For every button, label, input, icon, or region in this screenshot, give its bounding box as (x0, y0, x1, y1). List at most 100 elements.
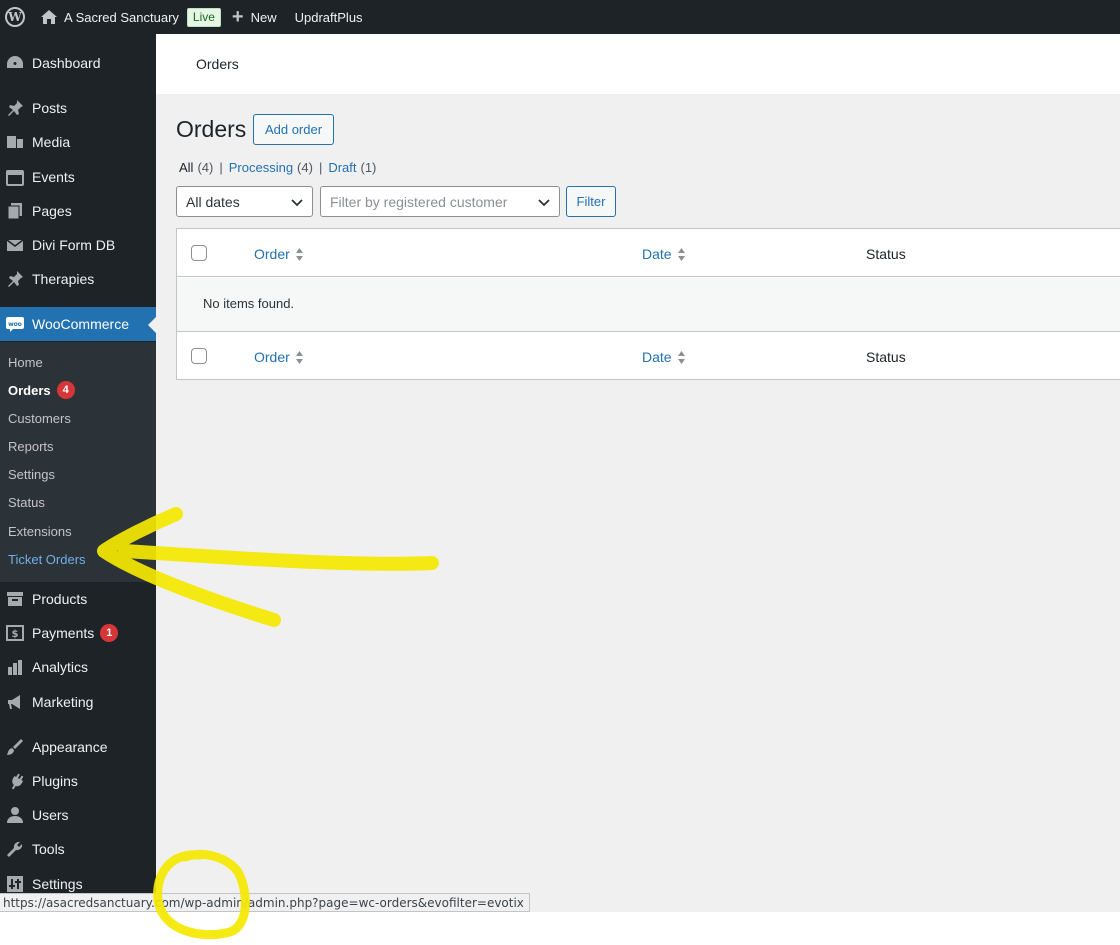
sidebar-item-appearance[interactable]: Appearance (0, 730, 156, 764)
sort-icon (295, 350, 303, 364)
svg-text:$: $ (12, 629, 19, 640)
svg-text:woo: woo (8, 321, 22, 328)
current-menu-arrow (148, 317, 156, 333)
order-status-views: All (4) | Processing (4) | Draft (1) (179, 160, 376, 175)
new-content-button[interactable]: + New (232, 0, 277, 34)
plugin-icon (5, 771, 25, 791)
view-separator: | (318, 160, 323, 175)
submenu-item-home[interactable]: Home (8, 352, 43, 372)
sidebar-item-marketing[interactable]: Marketing (0, 685, 156, 719)
sidebar-item-label: Settings (32, 876, 83, 892)
customer-filter-select[interactable]: Filter by registered customer (320, 186, 560, 217)
chevron-down-icon (538, 199, 550, 207)
customer-filter-placeholder: Filter by registered customer (330, 193, 508, 210)
sidebar-item-label: Posts (32, 100, 68, 116)
select-all-checkbox[interactable] (191, 245, 207, 261)
sidebar-item-dashboard[interactable]: Dashboard (0, 46, 156, 80)
empty-message: No items found. (203, 296, 295, 311)
wordpress-logo-icon[interactable]: W (2, 0, 28, 34)
site-name-link[interactable]: A Sacred Sanctuary Live (40, 0, 221, 34)
sidebar-item-tools[interactable]: Tools (0, 832, 156, 866)
chevron-down-icon (291, 199, 303, 207)
column-label: Order (254, 246, 290, 262)
date-filter-select[interactable]: All dates (176, 186, 313, 217)
orders-count-badge: 4 (56, 381, 75, 399)
payments-count-badge: 1 (100, 624, 119, 642)
select-all-checkbox[interactable] (191, 348, 207, 364)
updraftplus-link[interactable]: UpdraftPlus (295, 0, 363, 34)
submenu-item-settings[interactable]: Settings (8, 464, 55, 484)
view-processing-link[interactable]: Processing (229, 160, 293, 175)
submenu-item-label: Orders (8, 382, 51, 398)
sidebar-item-label: Divi Form DB (32, 237, 116, 253)
sidebar-item-posts[interactable]: Posts (0, 91, 156, 125)
status-column-header: Status (866, 246, 906, 262)
date-filter-value: All dates (186, 193, 240, 210)
admin-bar: W A Sacred Sanctuary Live + New UpdraftP… (0, 0, 1120, 34)
submenu-item-orders[interactable]: Orders 4 (8, 380, 75, 400)
sidebar-item-label: Events (32, 169, 75, 185)
status-column-footer: Status (866, 349, 906, 365)
pin-icon (5, 98, 25, 118)
dashboard-icon (5, 53, 25, 73)
table-footer-row: Order Date Status (177, 331, 1120, 379)
calendar-icon (5, 167, 25, 187)
pages-icon (5, 201, 25, 221)
sidebar-item-media[interactable]: Media (0, 125, 156, 159)
woocommerce-submenu: Home Orders 4 Customers Reports Settings… (0, 342, 156, 582)
submenu-item-customers[interactable]: Customers (8, 408, 71, 428)
site-name-label: A Sacred Sanctuary (64, 9, 179, 25)
sidebar-item-label: Products (32, 591, 88, 607)
sidebar-item-events[interactable]: Events (0, 160, 156, 194)
order-column-footer[interactable]: Order (254, 349, 304, 365)
sidebar-item-users[interactable]: Users (0, 798, 156, 832)
filter-button[interactable]: Filter (566, 186, 616, 217)
view-separator: | (219, 160, 223, 175)
sidebar-item-plugins[interactable]: Plugins (0, 764, 156, 798)
pin-icon (5, 269, 25, 289)
main-content: Orders Orders Add order All (4) | Proces… (156, 34, 1120, 912)
sidebar-item-label: Pages (32, 203, 72, 219)
sidebar-item-therapies[interactable]: Therapies (0, 262, 156, 296)
sort-icon (677, 350, 685, 364)
view-draft-link[interactable]: Draft (328, 160, 356, 175)
date-column-footer[interactable]: Date (642, 349, 686, 365)
submenu-item-ticket-orders[interactable]: Ticket Orders (8, 549, 86, 569)
sidebar-item-pages[interactable]: Pages (0, 194, 156, 228)
sidebar-item-payments[interactable]: $ Payments 1 (0, 616, 156, 650)
media-icon (5, 132, 25, 152)
sidebar-item-divi-form-db[interactable]: Divi Form DB (0, 228, 156, 262)
column-label: Date (642, 246, 672, 262)
sidebar-item-label: Marketing (32, 694, 94, 710)
add-order-button[interactable]: Add order (253, 114, 334, 145)
sidebar-item-woocommerce[interactable]: woo WooCommerce (0, 307, 156, 341)
page-header: Orders (156, 34, 1120, 94)
view-draft-count: (1) (360, 160, 377, 175)
order-column-header[interactable]: Order (254, 246, 304, 262)
sidebar-item-label: Plugins (32, 773, 78, 789)
archive-icon (5, 589, 25, 609)
live-badge: Live (186, 7, 221, 27)
submenu-item-reports[interactable]: Reports (8, 436, 54, 456)
sidebar-item-label: Media (32, 134, 71, 150)
sidebar-item-products[interactable]: Products (0, 582, 156, 616)
date-column-header[interactable]: Date (642, 246, 686, 262)
wrench-icon (5, 839, 25, 859)
view-processing-count: (4) (297, 160, 313, 175)
new-label: New (250, 9, 277, 25)
sidebar-item-label: Users (32, 807, 69, 823)
view-all-link[interactable]: All (179, 160, 193, 175)
sidebar-item-label: Therapies (32, 271, 95, 287)
breadcrumb: Orders (196, 56, 239, 72)
sidebar-item-label: Appearance (32, 739, 108, 755)
sidebar-item-label: Tools (32, 841, 65, 857)
table-header-row: Order Date Status (177, 229, 1120, 277)
sidebar-item-analytics[interactable]: Analytics (0, 650, 156, 684)
brush-icon (5, 737, 25, 757)
submenu-item-status[interactable]: Status (8, 492, 45, 512)
woo-icon: woo (5, 314, 25, 334)
email-icon (5, 235, 25, 255)
sort-icon (677, 247, 685, 261)
sidebar-item-label: Payments (32, 625, 95, 641)
submenu-item-extensions[interactable]: Extensions (8, 521, 72, 541)
